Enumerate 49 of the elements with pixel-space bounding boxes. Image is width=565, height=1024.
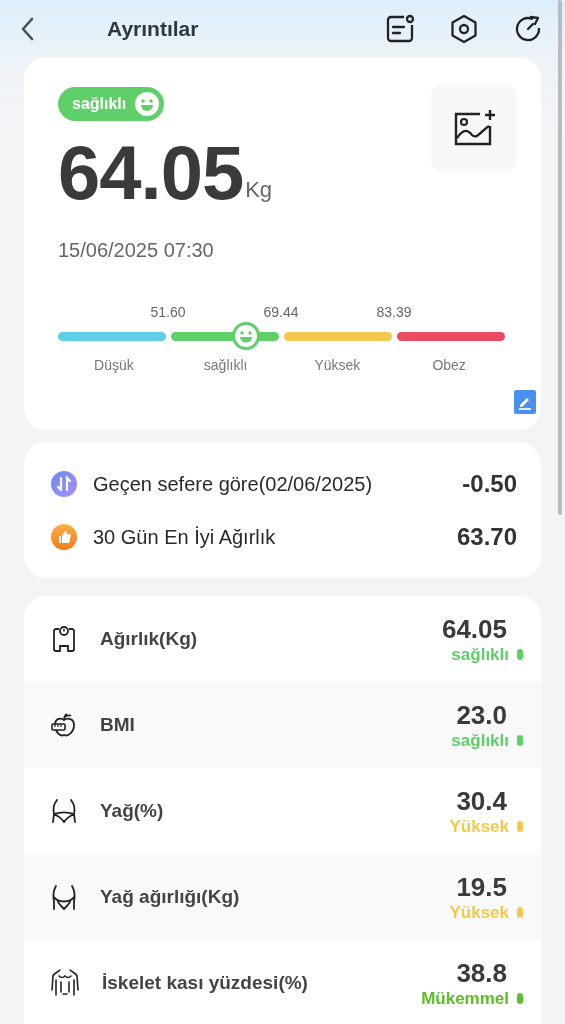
- range-label: Obez: [431, 357, 467, 373]
- scale-icon: [50, 625, 78, 653]
- threshold-value: 69.44: [263, 304, 299, 320]
- metric-label: BMI: [100, 714, 135, 736]
- thumbs-up-icon: [51, 524, 77, 550]
- back-button[interactable]: [20, 16, 34, 41]
- status-label: sağlıklı: [451, 644, 509, 665]
- metric-label: Yağ(%): [100, 800, 164, 822]
- weight-unit: Kg: [245, 177, 273, 203]
- threshold-value: 51.60: [150, 304, 186, 320]
- threshold-value: 83.39: [376, 304, 412, 320]
- page-title: Ayrıntılar: [107, 16, 199, 41]
- range-label: sağlıklı: [202, 357, 249, 373]
- metric-value: 19.5: [456, 871, 507, 903]
- status-label: Yüksek: [449, 902, 509, 923]
- waist-icon: [50, 797, 78, 825]
- metric-row[interactable]: BMI 23.0 sağlıklı: [24, 682, 541, 768]
- metric-value: 30.4: [456, 785, 507, 817]
- metric-value: 23.0: [456, 699, 507, 731]
- metric-value: 64.05: [441, 613, 507, 645]
- settings-icon[interactable]: [449, 13, 479, 44]
- comparison-label: Geçen sefere göre(02/06/2025): [93, 472, 373, 496]
- metric-value: 38.8: [456, 957, 507, 989]
- edit-button[interactable]: [514, 390, 536, 414]
- weight-value: 64.05: [58, 135, 244, 211]
- comparison-value: 63.70: [456, 523, 517, 551]
- refresh-icon[interactable]: [513, 13, 543, 44]
- metric-label: Yağ ağırlığı(Kg): [100, 886, 240, 908]
- metric-row[interactable]: Yağ ağırlığı(Kg) 19.5 Yüksek: [24, 854, 541, 940]
- smiley-icon: [134, 91, 161, 117]
- back-icon: [20, 16, 34, 41]
- range-label: Yüksek: [313, 357, 362, 373]
- apple-tape-icon: [50, 711, 78, 739]
- belly-icon: [50, 883, 78, 911]
- torso-icon: [50, 968, 80, 998]
- measurement-date: 15/06/2025 07:30: [58, 239, 215, 262]
- badge-label: sağlıklı: [72, 95, 127, 113]
- add-image-button[interactable]: [431, 85, 517, 171]
- status-label: sağlıklı: [451, 730, 509, 751]
- image-add-icon: [452, 108, 496, 148]
- note-icon[interactable]: [385, 13, 415, 44]
- metric-label: İskelet kası yüzdesi(%): [102, 972, 308, 994]
- status-label: Mükemmel: [421, 988, 509, 1009]
- comparison-label: 30 Gün En İyi Ağırlık: [93, 525, 276, 549]
- swap-icon: [51, 471, 77, 497]
- comparison-value: -0.50: [462, 470, 517, 498]
- status-label: Yüksek: [449, 816, 509, 837]
- metric-label: Ağırlık(Kg): [100, 628, 198, 650]
- range-label: Düşük: [93, 357, 135, 373]
